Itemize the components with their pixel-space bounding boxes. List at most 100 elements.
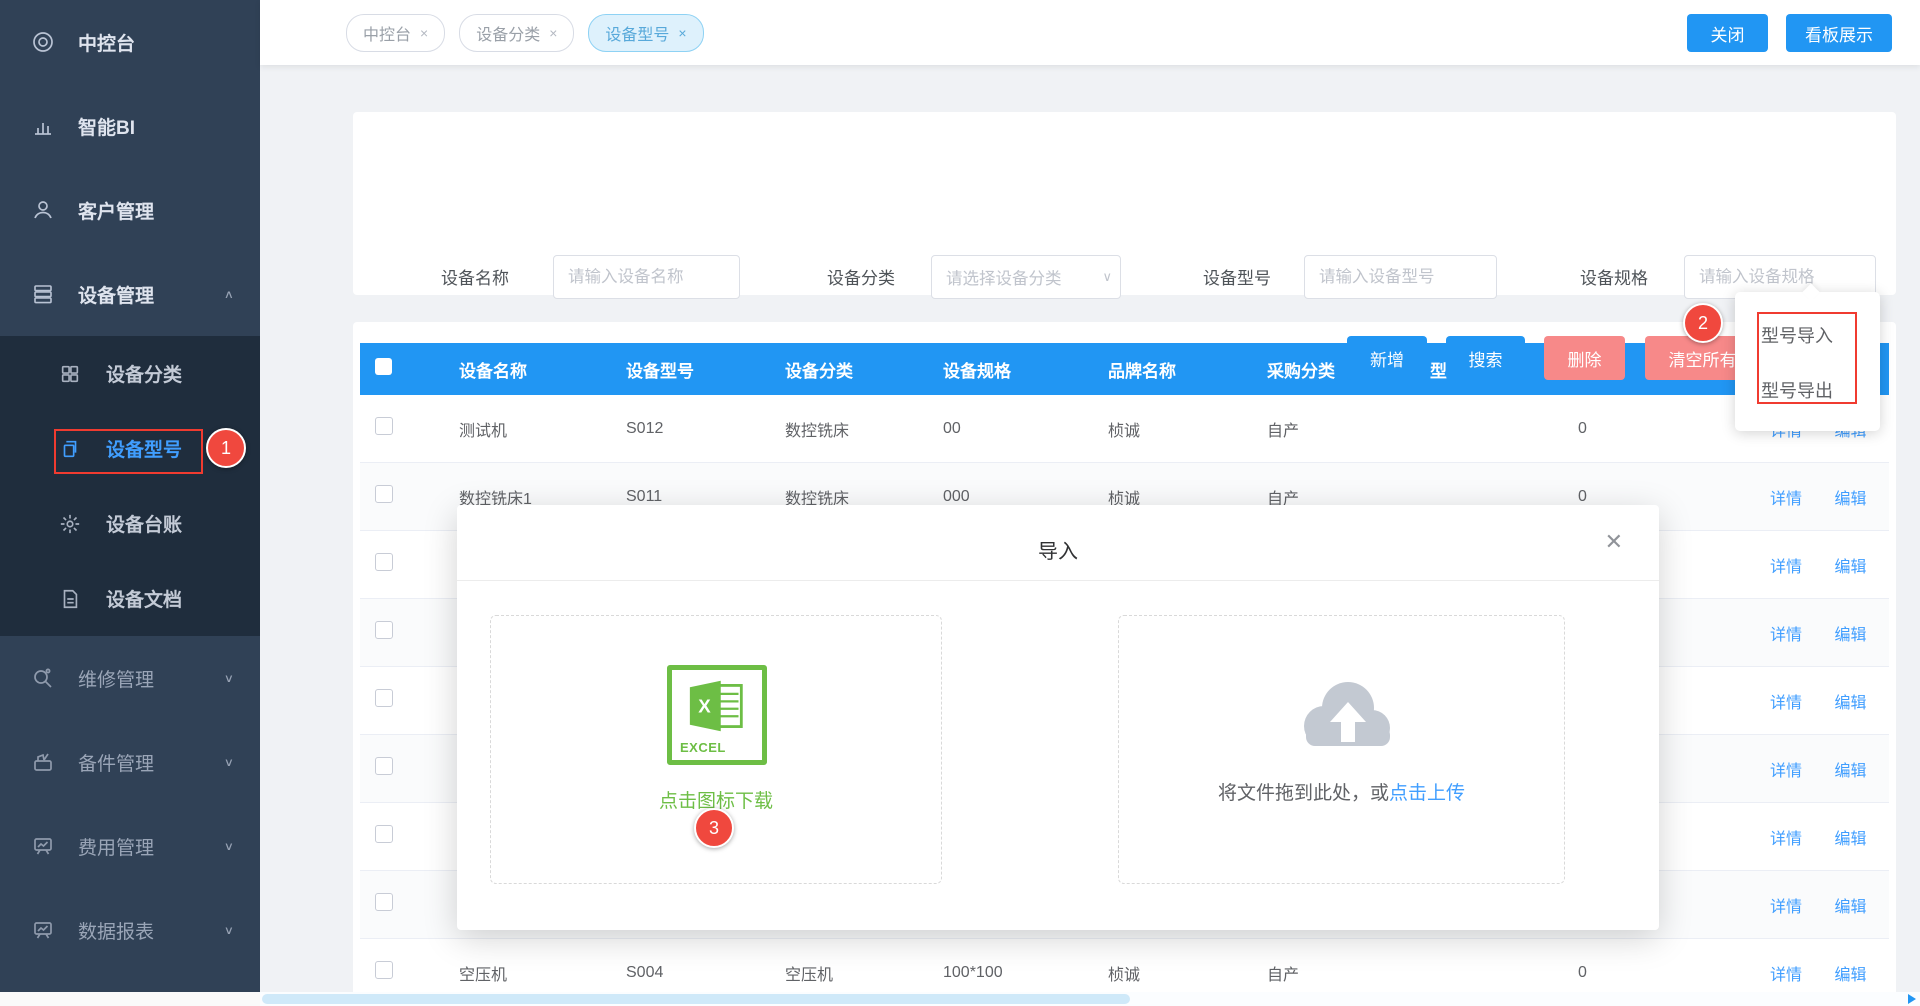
cloud-upload-icon [1296,676,1392,754]
close-button[interactable]: 关闭 [1687,14,1768,52]
detail-link[interactable]: 详情 [1770,627,1802,644]
row-checkbox[interactable] [375,485,393,503]
edit-link[interactable]: 编辑 [1834,763,1866,780]
detail-link[interactable]: 详情 [1770,831,1802,848]
sidebar-item-label: 设备分类 [106,360,182,387]
select-placeholder: 请选择设备分类 [946,265,1062,289]
row-checkbox[interactable] [375,825,393,843]
scrollbar-right-arrow-icon[interactable] [1908,994,1916,1004]
detail-link[interactable]: 详情 [1770,899,1802,916]
grid-icon [58,362,82,386]
sidebar-item-spare-parts[interactable]: 备件管理 ∨ [0,720,260,804]
edit-link[interactable]: 编辑 [1834,695,1866,712]
annotation-step-1: 1 [206,428,246,468]
cell-device-model: S011 [607,488,765,506]
bar-chart-icon [30,113,56,139]
row-checkbox[interactable] [375,757,393,775]
excel-download-icon[interactable]: X EXCEL [667,665,767,765]
annotation-step-2: 2 [1683,303,1723,343]
sidebar-item-reports[interactable]: 数据报表 ∨ [0,888,260,972]
board-display-button[interactable]: 看板展示 [1786,14,1892,52]
row-checkbox[interactable] [375,961,393,979]
col-header: 设备型号 [607,357,765,382]
close-icon[interactable]: × [549,25,557,41]
detail-link[interactable]: 详情 [1770,559,1802,576]
sidebar-item-console[interactable]: 中控台 [0,0,260,84]
edit-link[interactable]: 编辑 [1834,831,1866,848]
col-header: 设备名称 [440,357,607,382]
filter-label-category: 设备分类 [827,264,895,289]
sidebar-item-label: 客户管理 [78,197,154,224]
sidebar-item-label: 数据报表 [78,917,154,944]
click-upload-link[interactable]: 点击上传 [1389,783,1465,804]
delete-button[interactable]: 删除 [1544,336,1625,380]
cell-serial: 0 [1557,420,1687,438]
cell-purchase-category: 自产 [1244,961,1407,985]
sidebar-item-equipment-category[interactable]: 设备分类 [0,336,260,411]
tab-equipment-category[interactable]: 设备分类 × [459,14,574,52]
row-checkbox[interactable] [375,689,393,707]
chevron-down-icon: ∨ [224,839,234,853]
row-checkbox[interactable] [375,621,393,639]
col-header: 设备规格 [924,357,1084,382]
sidebar-item-equipment[interactable]: 设备管理 ∧ [0,252,260,336]
modal-close-icon[interactable]: ✕ [1605,531,1623,553]
presentation-board-icon [30,833,56,859]
sidebar-item-label: 设备台账 [106,510,182,537]
import-modal: 导入 ✕ X EXCEL 点击图标下载 将文件拖到此处，或点击上传 [457,505,1659,930]
search-button[interactable]: 搜索 [1446,336,1525,380]
sidebar-item-customers[interactable]: 客户管理 [0,168,260,252]
device-name-input[interactable] [553,255,740,299]
sidebar-item-equipment-ledger[interactable]: 设备台账 [0,486,260,561]
chevron-down-icon: ∨ [224,923,234,937]
gear-icon [58,512,82,536]
cell-serial: 0 [1557,964,1687,982]
chevron-down-icon: ∨ [1102,269,1112,285]
cell-brand-name: 桢诚 [1084,961,1244,985]
row-checkbox[interactable] [375,417,393,435]
device-model-input[interactable] [1304,255,1497,299]
sidebar-item-expenses[interactable]: 费用管理 ∨ [0,804,260,888]
detail-link[interactable]: 详情 [1770,967,1802,984]
detail-link[interactable]: 详情 [1770,763,1802,780]
close-icon[interactable]: × [678,25,686,41]
scrollbar-thumb[interactable] [262,994,1130,1004]
detail-link[interactable]: 详情 [1770,491,1802,508]
row-checkbox[interactable] [375,553,393,571]
cell-serial: 0 [1557,488,1687,506]
edit-link[interactable]: 编辑 [1834,559,1866,576]
tab-equipment-model[interactable]: 设备型号 × [588,14,703,52]
cell-device-category: 空压机 [765,961,924,985]
sidebar-item-equipment-docs[interactable]: 设备文档 [0,561,260,636]
edit-link[interactable]: 编辑 [1834,899,1866,916]
horizontal-scrollbar [260,992,1920,1006]
tab-bar: 中控台 × 设备分类 × 设备型号 × [346,14,704,52]
cell-device-spec: 00 [924,420,1084,438]
drop-hint-text: 将文件拖到此处，或 [1218,783,1389,804]
file-drop-area[interactable]: 将文件拖到此处，或点击上传 [1118,615,1565,884]
annotation-box-sidebar-model [54,429,203,474]
sidebar-item-label: 维修管理 [78,665,154,692]
add-button[interactable]: 新增 [1347,336,1427,380]
cell-device-category: 数控铣床 [765,417,924,441]
edit-link[interactable]: 编辑 [1834,627,1866,644]
cell-device-model: S012 [607,420,765,438]
row-checkbox[interactable] [375,893,393,911]
close-icon[interactable]: × [420,25,428,41]
cell-device-spec: 000 [924,488,1084,506]
edit-link[interactable]: 编辑 [1834,491,1866,508]
cell-device-name: 空压机 [440,961,607,985]
edit-link[interactable]: 编辑 [1834,967,1866,984]
select-all-checkbox[interactable] [375,358,392,375]
tab-console[interactable]: 中控台 × [346,14,445,52]
detail-link[interactable]: 详情 [1770,695,1802,712]
cell-device-spec: 100*100 [924,964,1084,982]
document-icon [58,587,82,611]
annotation-box-dropdown [1757,312,1857,404]
cell-device-name: 测试机 [440,417,607,441]
filter-panel: 设备名称 设备分类 请选择设备分类 ∨ 设备型号 设备规格 新增 搜索 删除 清… [353,112,1896,295]
sidebar-item-bi[interactable]: 智能BI [0,84,260,168]
sidebar-item-repair[interactable]: 维修管理 ∨ [0,636,260,720]
device-category-select[interactable]: 请选择设备分类 ∨ [931,255,1121,299]
sidebar-item-label: 智能BI [78,113,135,140]
